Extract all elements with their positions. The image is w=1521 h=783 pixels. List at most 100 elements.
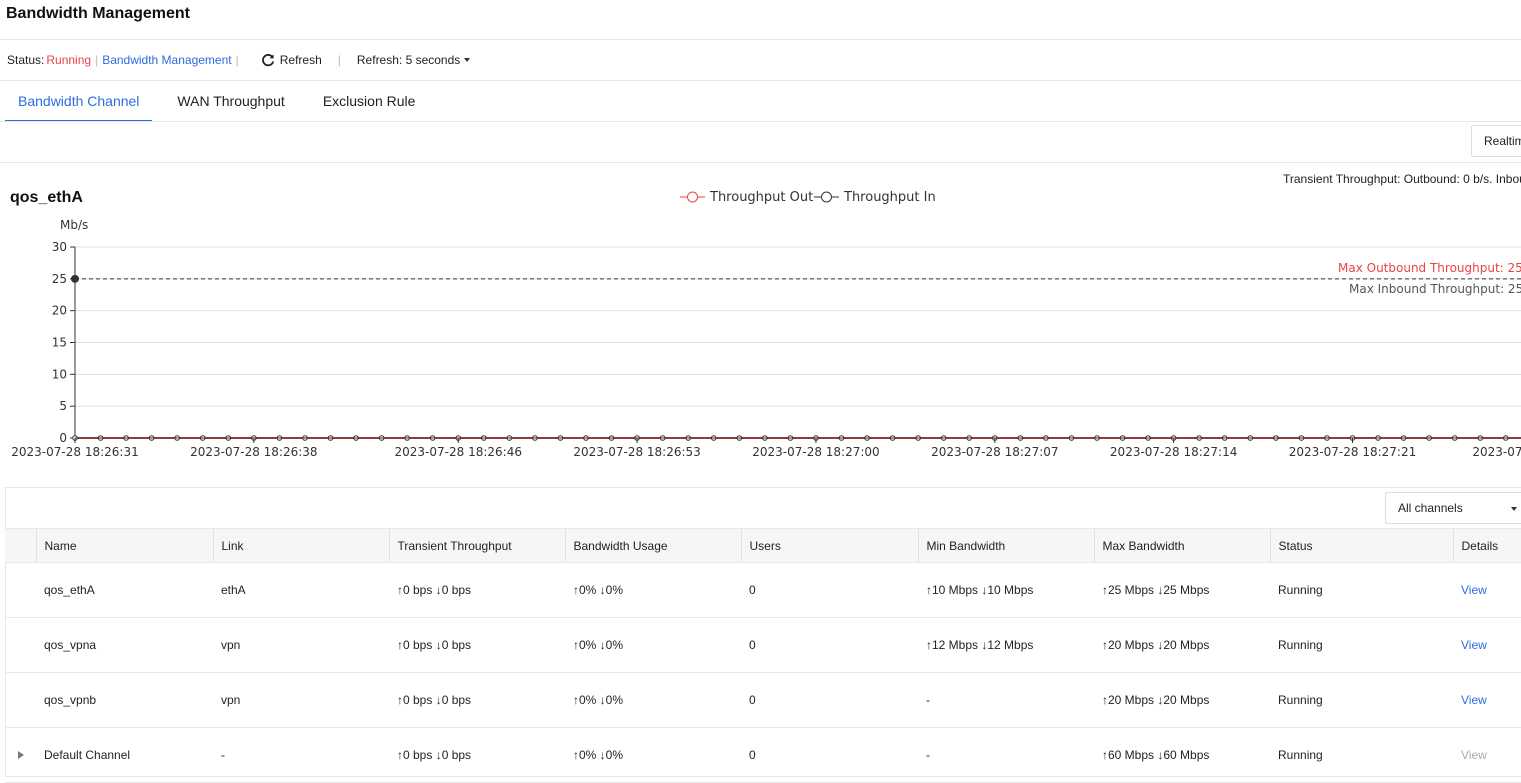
cell-name: Default Channel	[36, 727, 213, 783]
y-tick-label: 0	[59, 431, 67, 445]
divider	[0, 80, 1521, 81]
x-tick-label: 2023-07-28 18:27:00	[752, 445, 879, 459]
table-row: qos_vpna vpn ↑0 bps ↓0 bps ↑0% ↓0% 0 ↑12…	[5, 617, 1521, 673]
cell-users: 0	[741, 617, 918, 673]
tab-wan-throughput[interactable]: WAN Throughput	[164, 82, 297, 120]
max-throughput-marker	[71, 274, 79, 283]
cell-min-bandwidth: -	[918, 727, 1094, 783]
throughput-chart: Throughput Out Throughput InMb/s051015202…	[11, 190, 1521, 459]
status-label: Status:	[7, 53, 45, 67]
column-header: Transient Throughput	[388, 528, 565, 563]
refresh-interval-dropdown[interactable]: Refresh: 5 seconds	[356, 53, 471, 67]
y-tick-label: 15	[52, 336, 67, 350]
expand-column-header	[5, 528, 36, 563]
page-title: Bandwidth Management	[6, 5, 191, 22]
column-header: Name	[35, 528, 213, 563]
cell-bandwidth-usage: ↑0% ↓0%	[565, 562, 741, 618]
view-details-link[interactable]: View	[1461, 693, 1487, 707]
tab-exclusion-rule[interactable]: Exclusion Rule	[310, 82, 429, 120]
cell-link: ethA	[213, 562, 389, 618]
legend-marker	[821, 191, 832, 203]
cell-link: -	[213, 727, 389, 783]
column-header: Bandwidth Usage	[564, 528, 741, 563]
cell-transient-throughput: ↑0 bps ↓0 bps	[389, 672, 565, 728]
y-tick-label: 25	[52, 272, 67, 286]
separator: |	[95, 53, 99, 67]
divider	[0, 39, 1521, 40]
expand-arrow-icon[interactable]	[17, 751, 24, 759]
y-tick-label: 30	[52, 240, 67, 254]
view-details-link[interactable]: View	[1461, 638, 1487, 652]
y-tick-label: 20	[52, 304, 67, 318]
max-inbound-label: Max Inbound Throughput: 25Mb/s	[1349, 282, 1521, 296]
channel-filter-value: All channels	[1398, 501, 1463, 515]
x-tick-label: 2023-07-28 18:27:28	[1472, 445, 1521, 459]
caret-down-icon	[464, 58, 471, 62]
refresh-label: Refresh	[279, 53, 322, 67]
cell-status: Running	[1270, 672, 1453, 728]
x-tick-label: 2023-07-28 18:27:21	[1289, 445, 1416, 459]
cell-link: vpn	[213, 672, 389, 728]
column-header: Min Bandwidth	[917, 528, 1094, 563]
table-row: qos_ethA ethA ↑0 bps ↓0 bps ↑0% ↓0% 0 ↑1…	[5, 562, 1521, 618]
table-row: Default Channel - ↑0 bps ↓0 bps ↑0% ↓0% …	[5, 727, 1521, 783]
cell-name: qos_vpna	[36, 617, 213, 673]
cell-name: qos_vpnb	[36, 672, 213, 728]
channel-filter-dropdown[interactable]: All channels	[1385, 492, 1521, 524]
cell-users: 0	[741, 562, 918, 618]
cell-transient-throughput: ↑0 bps ↓0 bps	[389, 727, 565, 783]
cell-link: vpn	[213, 617, 389, 673]
divider	[0, 121, 1521, 122]
cell-bandwidth-usage: ↑0% ↓0%	[565, 617, 741, 673]
refresh-button[interactable]: Refresh	[261, 53, 322, 67]
cell-status: Running	[1270, 617, 1453, 673]
column-header: Users	[740, 528, 918, 563]
cell-max-bandwidth: ↑60 Mbps ↓60 Mbps	[1094, 727, 1270, 783]
cell-min-bandwidth: ↑12 Mbps ↓12 Mbps	[918, 617, 1094, 673]
cell-max-bandwidth: ↑25 Mbps ↓25 Mbps	[1094, 562, 1270, 618]
table-row: qos_vpnb vpn ↑0 bps ↓0 bps ↑0% ↓0% 0 - ↑…	[5, 672, 1521, 728]
separator: |	[235, 53, 239, 67]
cell-status: Running	[1270, 562, 1453, 618]
x-tick-label: 2023-07-28 18:26:46	[395, 445, 522, 459]
x-tick-label: 2023-07-28 18:26:31	[11, 445, 138, 459]
column-header: Details	[1452, 528, 1521, 563]
cell-min-bandwidth: ↑10 Mbps ↓10 Mbps	[918, 562, 1094, 618]
expand-cell	[5, 617, 36, 673]
caret-down-icon	[1511, 507, 1517, 511]
cell-transient-throughput: ↑0 bps ↓0 bps	[389, 562, 565, 618]
cell-status: Running	[1270, 727, 1453, 783]
refresh-icon	[261, 54, 274, 67]
divider	[0, 162, 1521, 163]
tab-bandwidth-channel[interactable]: Bandwidth Channel	[5, 82, 153, 122]
cell-max-bandwidth: ↑20 Mbps ↓20 Mbps	[1094, 672, 1270, 728]
y-tick-label: 5	[59, 399, 67, 413]
module-link[interactable]: Bandwidth Management	[102, 53, 231, 67]
tab-bar: Bandwidth Channel WAN Throughput Exclusi…	[5, 82, 440, 122]
cell-min-bandwidth: -	[918, 672, 1094, 728]
x-tick-label: 2023-07-28 18:27:14	[1110, 445, 1237, 459]
cell-users: 0	[741, 672, 918, 728]
status-bar: Status: Running | Bandwidth Management |…	[7, 52, 471, 68]
legend-label: Throughput Out	[709, 190, 813, 205]
x-tick-label: 2023-07-28 18:26:53	[573, 445, 700, 459]
y-tick-label: 10	[52, 367, 67, 381]
column-header: Link	[212, 528, 389, 563]
status-value: Running	[46, 53, 92, 67]
refresh-interval-label: Refresh: 5 seconds	[356, 53, 461, 67]
expand-cell	[5, 672, 36, 728]
channel-table: Name Link Transient Throughput Bandwidth…	[5, 528, 1521, 783]
max-outbound-label: Max Outbound Throughput: 25Mb/s	[1338, 261, 1521, 275]
x-tick-label: 2023-07-28 18:26:38	[190, 445, 317, 459]
cell-users: 0	[741, 727, 918, 783]
expand-cell	[5, 562, 36, 618]
legend-label: Throughput In	[843, 190, 936, 205]
cell-name: qos_ethA	[36, 562, 213, 618]
cell-bandwidth-usage: ↑0% ↓0%	[565, 727, 741, 783]
cell-max-bandwidth: ↑20 Mbps ↓20 Mbps	[1094, 617, 1270, 673]
view-details-link[interactable]: View	[1461, 583, 1487, 597]
realtime-button[interactable]: Realtime	[1471, 125, 1521, 157]
cell-transient-throughput: ↑0 bps ↓0 bps	[389, 617, 565, 673]
cell-bandwidth-usage: ↑0% ↓0%	[565, 672, 741, 728]
separator: |	[337, 53, 341, 67]
